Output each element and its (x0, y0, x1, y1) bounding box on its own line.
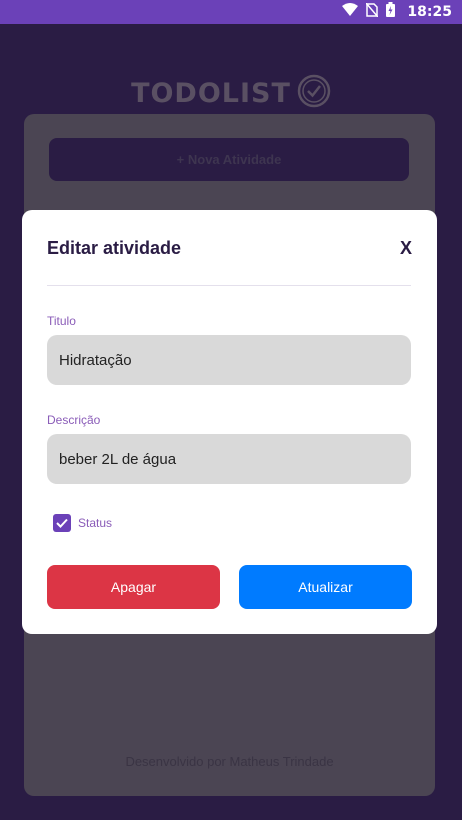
status-time: 18:25 (407, 4, 452, 20)
status-toggle[interactable]: Status (53, 514, 112, 532)
edit-activity-modal: Editar atividade X Titulo Descrição Stat… (22, 210, 437, 634)
status-checkbox[interactable] (53, 514, 71, 532)
title-label: Titulo (47, 314, 76, 328)
footer-credit: Desenvolvido por Matheus Trindade (125, 754, 334, 769)
description-input[interactable] (47, 434, 411, 484)
modal-title: Editar atividade (47, 238, 182, 258)
description-label: Descrição (47, 413, 101, 427)
checkmark-icon (56, 518, 68, 528)
check-circle-icon (297, 74, 331, 113)
no-sim-icon (365, 2, 379, 22)
new-activity-button[interactable]: + Nova Atividade (49, 138, 409, 181)
title-input[interactable] (47, 335, 411, 385)
app-logo: TODOLIST (0, 74, 462, 113)
status-bar: 18:25 (0, 0, 462, 24)
delete-button[interactable]: Apagar (47, 565, 220, 609)
status-label: Status (78, 516, 113, 530)
update-button[interactable]: Atualizar (239, 565, 412, 609)
battery-icon (386, 2, 396, 22)
logo-text: TODOLIST (131, 78, 291, 109)
divider (47, 285, 411, 286)
wifi-icon (342, 3, 359, 21)
close-button[interactable]: X (400, 238, 412, 259)
